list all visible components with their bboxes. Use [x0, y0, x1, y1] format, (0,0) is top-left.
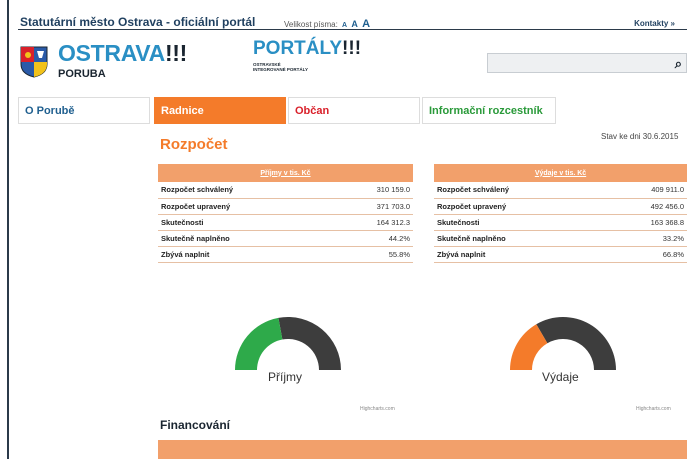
portals-logo[interactable]: PORTÁLY!!!	[253, 38, 361, 60]
chart-credit[interactable]: Highcharts.com	[636, 406, 671, 412]
font-size-switcher: Velikost písma: A A A	[284, 18, 370, 30]
logo-word: OSTRAVA	[58, 40, 165, 66]
row-value: 409 911.0	[602, 182, 687, 199]
row-label: Zbývá naplnit	[158, 246, 328, 263]
font-size-label: Velikost písma:	[284, 20, 338, 29]
chart-credit[interactable]: Highcharts.com	[360, 406, 395, 412]
table-row: Rozpočet schválený 409 911.0	[434, 182, 687, 199]
expense-table: Výdaje v tis. Kč Rozpočet schválený 409 9…	[434, 164, 687, 263]
table-row: Zbývá naplnit 66.8%	[434, 246, 687, 263]
income-header[interactable]: Příjmy v tis. Kč	[158, 164, 413, 182]
expense-gauge-label: Výdaje	[542, 370, 579, 384]
ostrava-logo[interactable]: OSTRAVA!!!	[58, 40, 187, 67]
font-size-small[interactable]: A	[342, 22, 347, 29]
row-value: 164 312.3	[327, 214, 413, 231]
top-bar: Statutární město Ostrava - oficiální por…	[18, 0, 687, 30]
row-value: 163 368.8	[602, 214, 687, 231]
row-label: Skutečně naplněno	[158, 230, 328, 247]
row-value: 371 703.0	[327, 198, 413, 215]
contacts-link[interactable]: Kontakty »	[634, 19, 675, 28]
portals-subtitle: OSTRAVSKÉ INTEGROVANÉ PORTÁLY	[253, 62, 309, 72]
expense-gauge-remaining-arc	[536, 317, 616, 370]
page-title: Rozpočet	[160, 136, 228, 153]
portals-word: PORTÁLY	[253, 38, 343, 59]
search-input[interactable]: ⌕	[487, 53, 687, 73]
nav-tab-o-porube[interactable]: O Porubě	[18, 97, 150, 124]
table-row: Rozpočet upravený 492 456.0	[434, 198, 687, 215]
row-value: 66.8%	[602, 246, 687, 263]
font-size-medium[interactable]: A	[351, 19, 358, 29]
left-border	[7, 0, 9, 459]
table-row: Rozpočet upravený 371 703.0	[158, 198, 413, 215]
nav-tab-obcan[interactable]: Občan	[288, 97, 420, 124]
expense-header[interactable]: Výdaje v tis. Kč	[434, 164, 687, 182]
logo-district: PORUBA	[58, 68, 106, 80]
expense-gauge	[510, 317, 616, 370]
nav-tab-informacni-rozcestnik[interactable]: Informační rozcestník	[422, 97, 556, 124]
logo-bang: !!!	[164, 40, 188, 66]
row-value: 55.8%	[327, 246, 413, 263]
row-value: 33.2%	[602, 230, 687, 247]
row-label: Skutečnosti	[434, 214, 603, 231]
coat-of-arms-icon	[20, 46, 48, 78]
portals-bang: !!!	[342, 38, 362, 59]
table-row: Skutečnosti 163 368.8	[434, 214, 687, 231]
financing-title: Financování	[160, 418, 231, 432]
search-icon[interactable]: ⌕	[675, 56, 682, 72]
income-gauge-remaining-arc	[278, 317, 341, 370]
site-title[interactable]: Statutární město Ostrava - oficiální por…	[20, 15, 255, 29]
nav-tab-radnice[interactable]: Radnice	[154, 97, 286, 124]
table-row: Skutečně naplněno 44.2%	[158, 230, 413, 247]
income-gauge	[235, 317, 341, 370]
financing-table-header	[158, 440, 687, 459]
row-label: Rozpočet upravený	[158, 198, 328, 215]
row-label: Rozpočet schválený	[158, 182, 328, 199]
status-date: Stav ke dni 30.6.2015	[601, 132, 679, 141]
income-table: Příjmy v tis. Kč Rozpočet schválený 310 1…	[158, 164, 413, 263]
table-row: Skutečně naplněno 33.2%	[434, 230, 687, 247]
income-gauge-filled-arc	[235, 317, 283, 370]
font-size-large[interactable]: A	[362, 18, 370, 30]
row-label: Skutečnosti	[158, 214, 328, 231]
row-label: Rozpočet schválený	[434, 182, 603, 199]
table-row: Zbývá naplnit 55.8%	[158, 246, 413, 263]
row-value: 310 159.0	[327, 182, 413, 199]
row-value: 44.2%	[327, 230, 413, 247]
row-label: Zbývá naplnit	[434, 246, 603, 263]
row-value: 492 456.0	[602, 198, 687, 215]
row-label: Rozpočet upravený	[434, 198, 603, 215]
income-gauge-label: Příjmy	[268, 370, 302, 384]
row-label: Skutečně naplněno	[434, 230, 603, 247]
table-row: Skutečnosti 164 312.3	[158, 214, 413, 231]
table-row: Rozpočet schválený 310 159.0	[158, 182, 413, 199]
